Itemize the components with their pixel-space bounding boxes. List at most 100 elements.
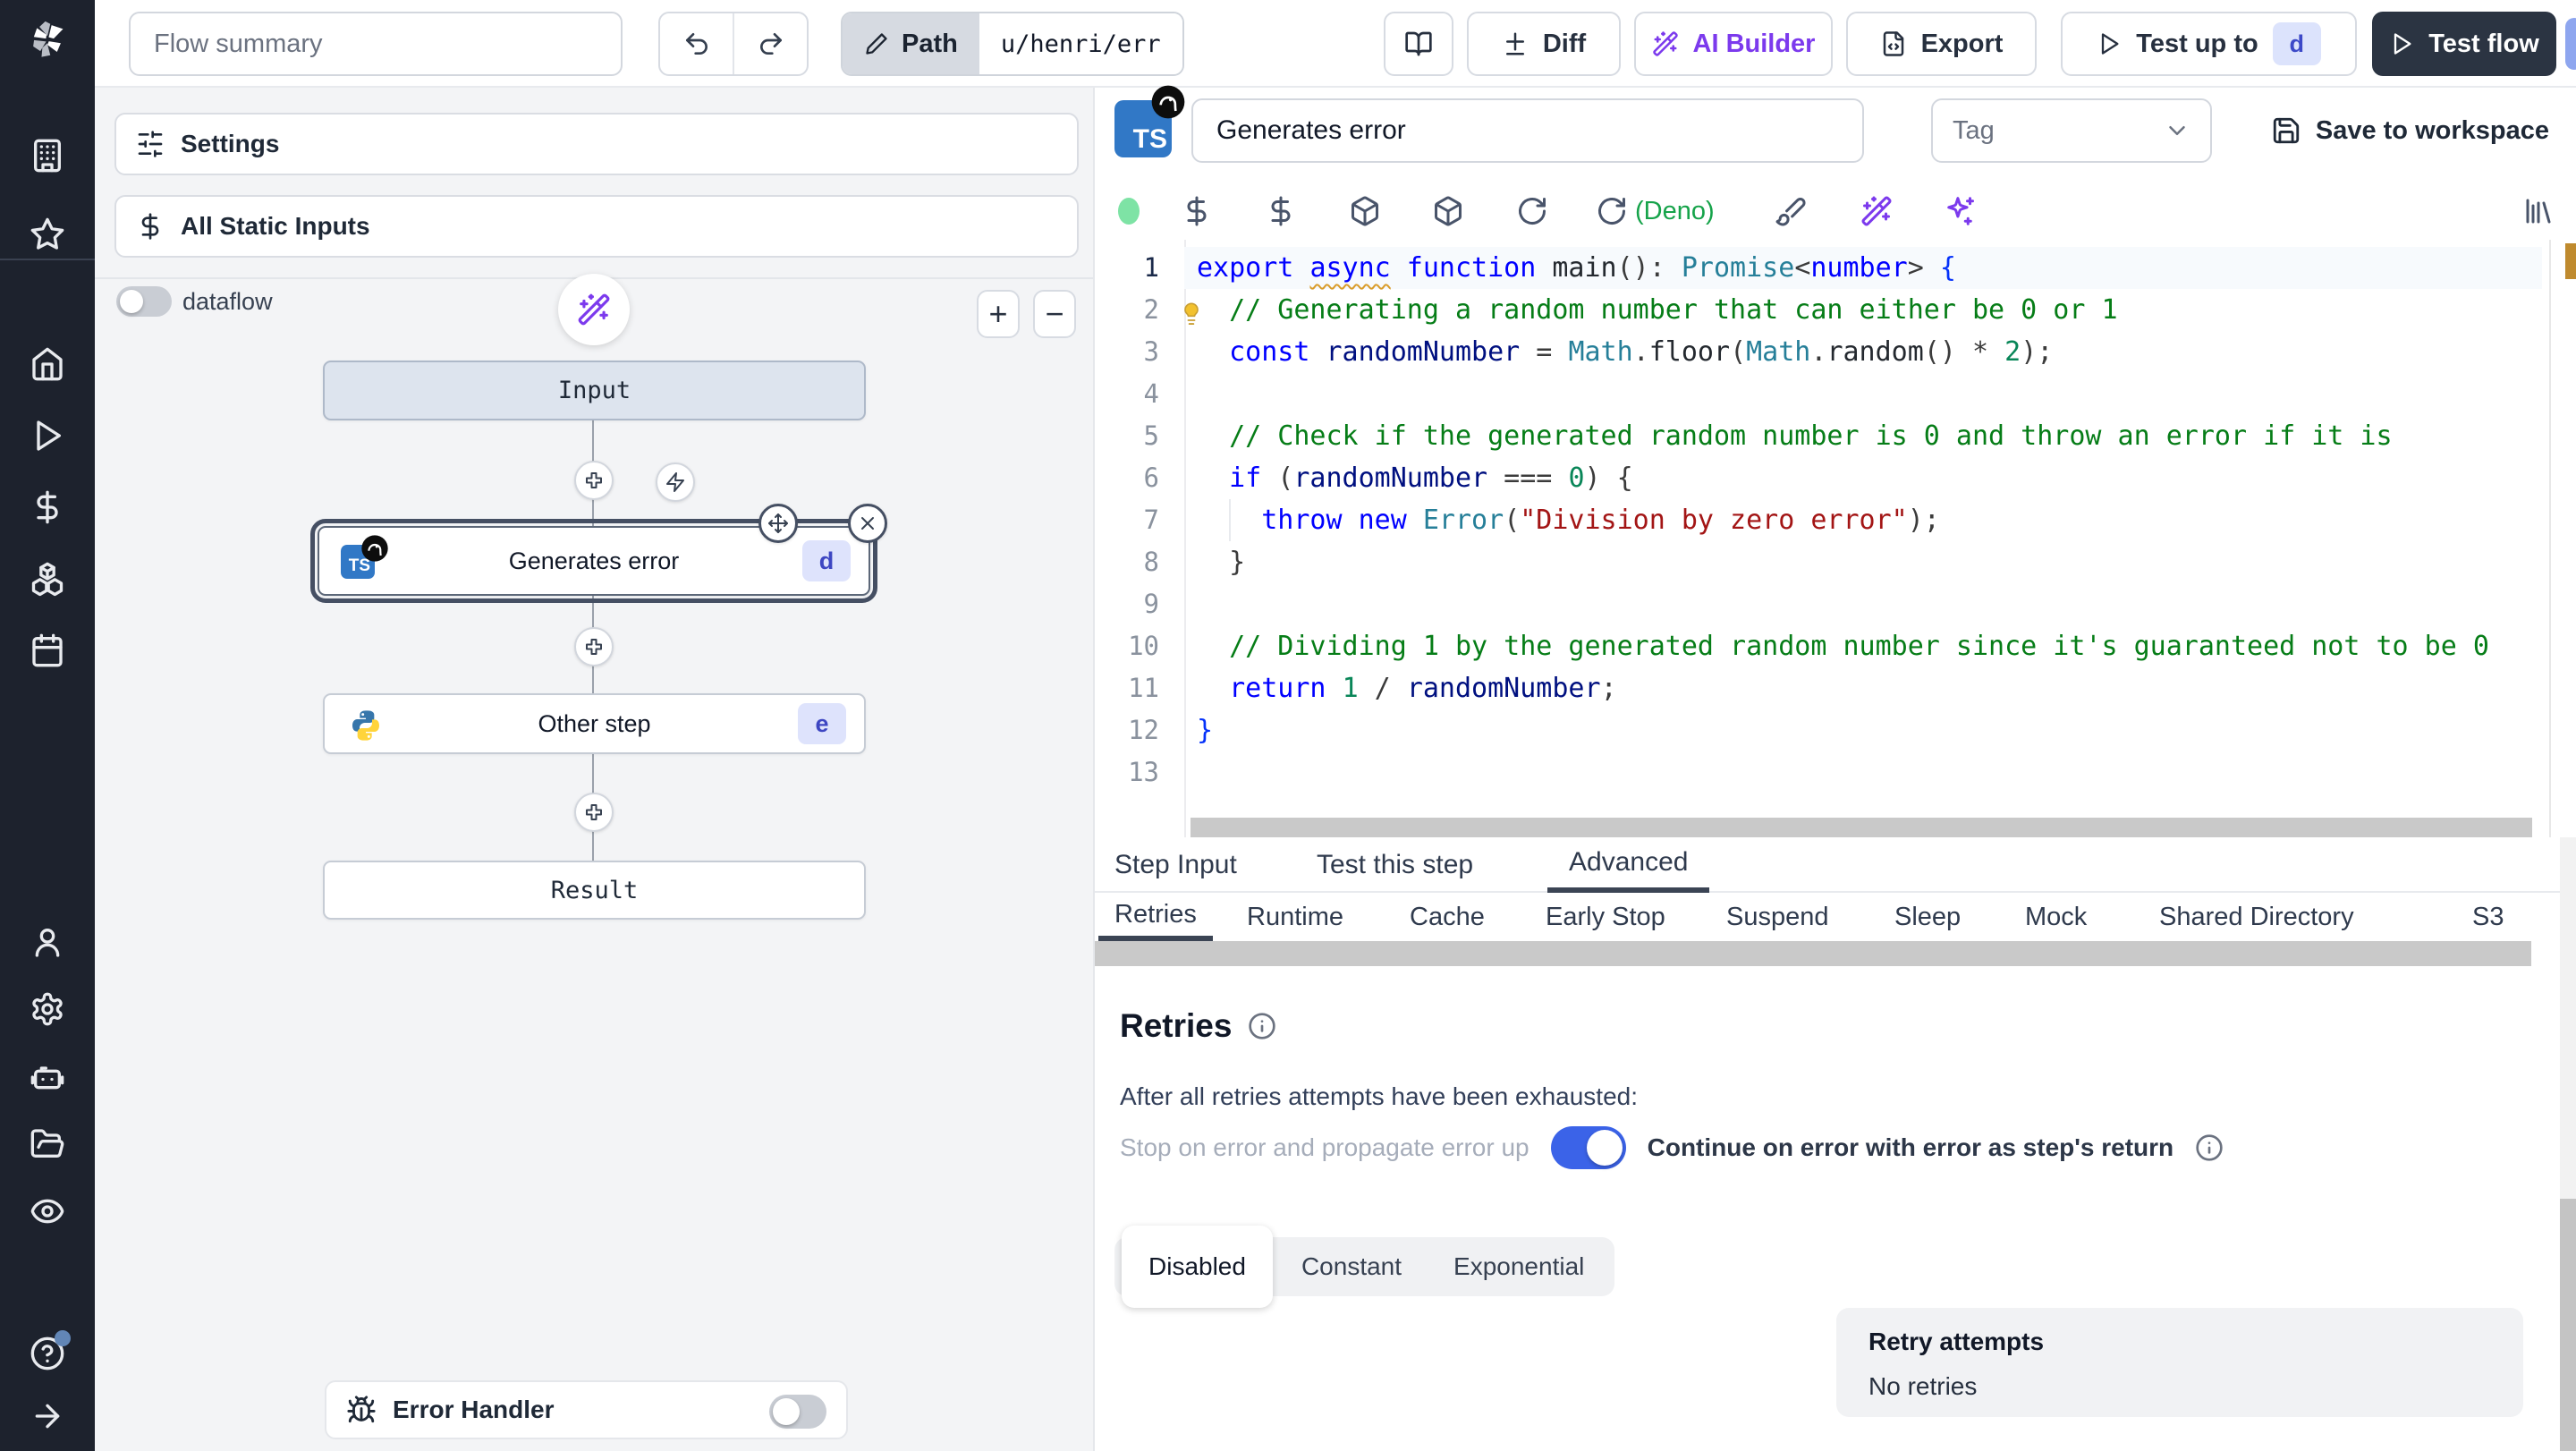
step-name-input[interactable] xyxy=(1191,98,1864,163)
subtab-suspend[interactable]: Suspend xyxy=(1726,893,1829,941)
ai-builder-button[interactable]: AI Builder xyxy=(1634,12,1833,76)
package-icon[interactable] xyxy=(1349,195,1381,227)
step-node-label: Other step xyxy=(538,709,651,737)
ai-flow-wand-button[interactable] xyxy=(558,274,630,345)
status-dot xyxy=(1118,198,1140,225)
advanced-subtabs: Retries Runtime Cache Early Stop Suspend… xyxy=(1095,893,2576,941)
tab-test-this-step[interactable]: Test this step xyxy=(1317,837,1473,893)
move-step-button[interactable] xyxy=(758,504,798,543)
sidebar-divider xyxy=(0,259,95,260)
resources-cubes-icon[interactable] xyxy=(30,561,65,597)
sparkles-icon[interactable] xyxy=(1945,195,1977,227)
retries-heading: Retries xyxy=(1120,1007,1276,1045)
error-handler-toggle[interactable] xyxy=(769,1395,826,1429)
redo-button[interactable] xyxy=(734,13,807,74)
result-node[interactable]: Result xyxy=(323,861,866,920)
subtab-cache[interactable]: Cache xyxy=(1410,893,1485,941)
audit-eye-icon[interactable] xyxy=(30,1193,65,1229)
workspace-icon[interactable] xyxy=(30,138,65,174)
schedules-calendar-icon[interactable] xyxy=(30,632,65,668)
users-icon[interactable] xyxy=(30,924,65,960)
sidebar xyxy=(0,0,95,1451)
undo-button[interactable] xyxy=(660,13,734,74)
scrollbar-thumb[interactable] xyxy=(2560,1199,2576,1451)
retries-exhausted-text: After all retries attempts have been exh… xyxy=(1120,1082,1638,1110)
reload-icon[interactable] xyxy=(1596,195,1628,227)
subtab-shared-directory[interactable]: Shared Directory xyxy=(2159,893,2354,941)
path-button[interactable]: Path u/henri/err xyxy=(841,12,1184,76)
export-button[interactable]: Export xyxy=(1846,12,2037,76)
workers-robot-icon[interactable] xyxy=(30,1059,65,1095)
code-editor[interactable]: 1 2 3 4 5 6 7 8 9 10 11 12 13 export async function … xyxy=(1095,240,2576,837)
tab-step-input[interactable]: Step Input xyxy=(1114,837,1237,893)
info-icon[interactable] xyxy=(1248,1012,1276,1040)
error-handler-card[interactable]: Error Handler xyxy=(325,1380,848,1439)
step-node-other-step[interactable]: Other step e xyxy=(323,693,866,754)
tab-advanced[interactable]: Advanced xyxy=(1547,837,1710,893)
docs-button[interactable] xyxy=(1384,12,1453,76)
folders-icon[interactable] xyxy=(30,1126,65,1162)
runs-play-icon[interactable] xyxy=(30,418,65,454)
backoff-constant-button[interactable]: Constant xyxy=(1278,1252,1425,1281)
test-up-to-button[interactable]: Test up to d xyxy=(2061,12,2357,76)
settings-gear-icon[interactable] xyxy=(30,991,65,1027)
library-panel-icon[interactable] xyxy=(2522,195,2555,227)
subtab-runtime[interactable]: Runtime xyxy=(1247,893,1343,941)
add-step-button[interactable] xyxy=(574,793,614,832)
save-icon xyxy=(2273,117,2300,144)
flow-settings-button[interactable]: Settings xyxy=(114,113,1079,175)
diff-button[interactable]: Diff xyxy=(1467,12,1621,76)
zap-icon xyxy=(666,472,684,492)
variables-dollar-icon[interactable] xyxy=(30,489,65,525)
retry-attempts-title: Retry attempts xyxy=(1868,1328,2045,1355)
plus-cross-icon xyxy=(586,472,602,488)
panel-vertical-scrollbar[interactable] xyxy=(2560,837,2576,1451)
save-to-workspace-button[interactable]: Save to workspace xyxy=(2271,98,2549,163)
subtabs-horizontal-scrollbar[interactable] xyxy=(1095,941,2531,966)
resources-dollar-icon[interactable] xyxy=(1265,195,1297,227)
wand-sparkles-icon xyxy=(578,293,610,326)
dollar-icon xyxy=(141,213,159,240)
subtab-s3[interactable]: S3 xyxy=(2472,893,2504,941)
variables-dollar-icon[interactable] xyxy=(1181,195,1213,227)
flow-summary-input[interactable] xyxy=(129,12,623,76)
add-step-button[interactable] xyxy=(574,461,614,500)
add-step-button[interactable] xyxy=(574,627,614,666)
windmill-logo-icon[interactable] xyxy=(22,14,72,64)
input-node[interactable]: Input xyxy=(323,361,866,420)
reload-icon[interactable] xyxy=(1516,195,1548,227)
flow-graph-panel: Settings All Static Inputs dataflow + − … xyxy=(95,88,1093,1451)
path-value: u/henri/err xyxy=(979,13,1182,74)
info-icon[interactable] xyxy=(2195,1133,2224,1162)
delete-step-button[interactable] xyxy=(848,504,887,543)
expand-sidebar-arrow-icon[interactable] xyxy=(30,1398,65,1434)
overview-ruler-warning-marker xyxy=(2565,243,2576,279)
help-icon[interactable] xyxy=(30,1330,71,1371)
path-label: Path xyxy=(902,29,958,58)
subtab-sleep[interactable]: Sleep xyxy=(1894,893,1961,941)
test-flow-button[interactable]: Test flow xyxy=(2372,12,2556,76)
package-icon[interactable] xyxy=(1432,195,1464,227)
subtab-retries[interactable]: Retries xyxy=(1098,893,1213,941)
all-static-inputs-button[interactable]: All Static Inputs xyxy=(114,195,1079,258)
editor-horizontal-scrollbar[interactable] xyxy=(1191,818,2532,837)
format-brush-icon[interactable] xyxy=(1775,195,1807,227)
backoff-disabled-button[interactable]: Disabled xyxy=(1122,1226,1273,1308)
add-trigger-button[interactable] xyxy=(656,462,695,502)
backoff-exponential-button[interactable]: Exponential xyxy=(1430,1252,1607,1281)
subtab-early-stop[interactable]: Early Stop xyxy=(1546,893,1665,941)
python-icon xyxy=(352,710,379,741)
code-gutter: 1 2 3 4 5 6 7 8 9 10 11 12 13 xyxy=(1128,252,1159,787)
home-icon[interactable] xyxy=(30,346,65,382)
zoom-in-button[interactable]: + xyxy=(977,290,1020,338)
tag-select[interactable]: Tag xyxy=(1931,98,2212,163)
favorites-star-icon[interactable] xyxy=(30,216,65,252)
subtab-mock[interactable]: Mock xyxy=(2025,893,2087,941)
clipped-button-edge xyxy=(2565,18,2576,70)
dataflow-toggle[interactable] xyxy=(116,286,172,317)
flow-settings-label: Settings xyxy=(181,130,280,157)
continue-on-error-toggle[interactable] xyxy=(1550,1126,1626,1169)
ai-wand-icon[interactable] xyxy=(1860,195,1893,227)
zoom-out-button[interactable]: − xyxy=(1033,290,1076,338)
tag-placeholder: Tag xyxy=(1953,115,1995,145)
